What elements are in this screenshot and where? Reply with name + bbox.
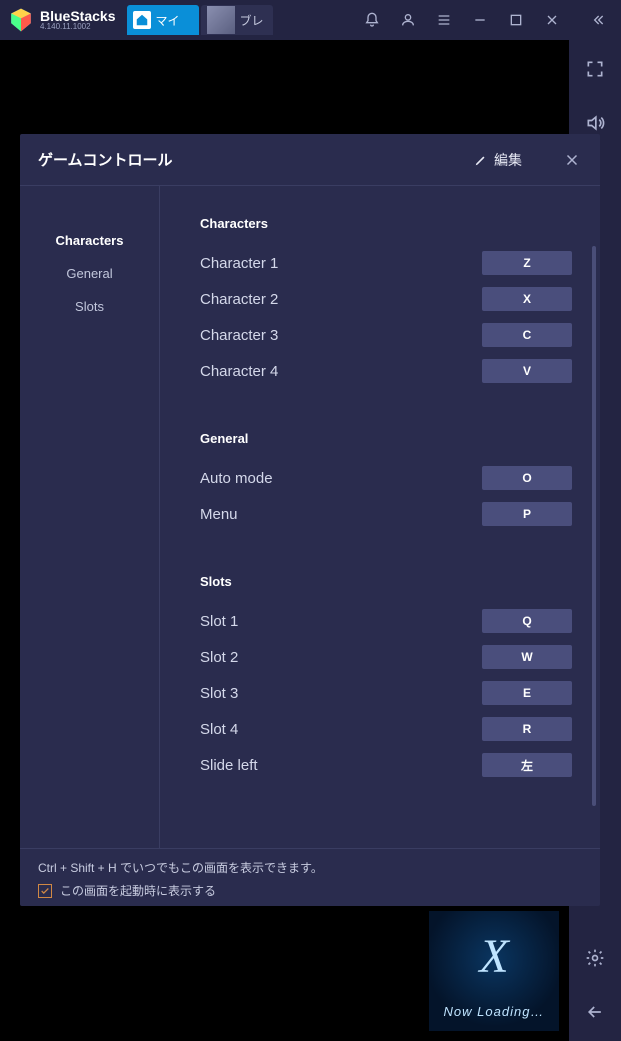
loading-text: Now Loading… [444,1004,545,1019]
edit-button[interactable]: 編集 [474,150,522,170]
fullscreen-icon[interactable] [584,58,606,80]
app-tabs: マイ ブレ [127,5,273,35]
section-general: General Auto mode O Menu P [200,431,572,532]
tab-label: マイ [155,12,179,29]
key-binding[interactable]: Z [482,251,572,275]
section-characters: CharactersCharacter 1ZCharacter 2XCharac… [200,216,572,389]
loading-glyph: X [479,929,508,984]
control-row: Character 4 V [200,353,572,389]
key-binding[interactable]: O [482,466,572,490]
tab-game[interactable]: ブレ [201,5,273,35]
key-binding[interactable]: W [482,645,572,669]
sidebar-tab-general[interactable]: General [20,257,159,290]
key-binding[interactable]: C [482,323,572,347]
key-binding[interactable]: Q [482,609,572,633]
section-title: Characters [200,216,572,231]
control-row: Character 1 Z [200,245,572,281]
back-icon[interactable] [584,1001,606,1023]
modal-sidebar: Characters General Slots [20,186,160,848]
control-row: Slot 2 W [200,639,572,675]
account-icon[interactable] [399,11,417,29]
modal-body: Characters General Slots CharactersChara… [20,186,600,848]
tab-home[interactable]: マイ [127,5,199,35]
sidebar-tab-slots[interactable]: Slots [20,290,159,323]
checkbox-label: この画面を起動時に表示する [60,882,216,899]
home-icon [133,11,151,29]
settings-icon[interactable] [584,947,606,969]
scrollbar[interactable] [592,246,596,806]
logo-block: BlueStacks 4.140.11.1002 [8,7,115,33]
control-row: Slot 1 Q [200,603,572,639]
key-binding[interactable]: P [482,502,572,526]
edit-label: 編集 [494,150,522,170]
modal-footer: Ctrl + Shift + H でいつでもこの画面を表示できます。 この画面を… [20,848,600,906]
key-binding[interactable]: V [482,359,572,383]
sidebar-tab-characters[interactable]: Characters [20,224,159,257]
pencil-icon [474,153,488,167]
game-thumb-icon [207,6,235,34]
modal-header: ゲームコントロール 編集 [20,134,600,186]
control-row: Slot 4 R [200,711,572,747]
control-label: Character 2 [200,291,278,308]
close-button[interactable] [543,11,561,29]
control-row: Slot 3 E [200,675,572,711]
collapse-sidebar-icon[interactable] [589,11,607,29]
game-controls-modal: ゲームコントロール 編集 Characters General Slots Ch… [20,134,600,906]
modal-content[interactable]: CharactersCharacter 1ZCharacter 2XCharac… [160,186,600,848]
control-label: Slot 2 [200,649,238,666]
control-label: Slide left [200,757,258,774]
modal-title: ゲームコントロール [38,149,474,170]
minimize-button[interactable] [471,11,489,29]
section-title: Slots [200,574,572,589]
key-binding[interactable]: 左 [482,753,572,777]
show-on-startup-checkbox[interactable]: この画面を起動時に表示する [38,882,582,899]
control-row: Slide left 左 [200,747,572,783]
control-row: Character 2 X [200,281,572,317]
loading-splash: X Now Loading… [429,911,559,1031]
checkbox-icon [38,884,52,898]
control-label: Slot 3 [200,685,238,702]
control-label: Character 4 [200,363,278,380]
control-label: Auto mode [200,470,273,487]
maximize-button[interactable] [507,11,525,29]
control-label: Character 1 [200,255,278,272]
key-binding[interactable]: R [482,717,572,741]
modal-close-button[interactable] [562,150,582,170]
tab-label: ブレ [239,12,263,29]
control-row: Auto mode O [200,460,572,496]
control-label: Character 3 [200,327,278,344]
control-label: Slot 4 [200,721,238,738]
window-controls [363,11,613,29]
titlebar: BlueStacks 4.140.11.1002 マイ ブレ [0,0,621,40]
section-slots: Slots Slot 1 Q Slot 2 W Slot 3 E Slot 4 R Slide l… [200,574,572,783]
app-name: BlueStacks [40,9,115,23]
key-binding[interactable]: X [482,287,572,311]
key-binding[interactable]: E [482,681,572,705]
control-row: Character 3 C [200,317,572,353]
control-label: Slot 1 [200,613,238,630]
control-row: Menu P [200,496,572,532]
bluestacks-logo-icon [8,7,34,33]
control-label: Menu [200,506,238,523]
section-title: General [200,431,572,446]
app-version: 4.140.11.1002 [40,23,115,31]
bell-icon[interactable] [363,11,381,29]
footer-hint: Ctrl + Shift + H でいつでもこの画面を表示できます。 [38,859,582,876]
menu-icon[interactable] [435,11,453,29]
volume-icon[interactable] [584,112,606,134]
